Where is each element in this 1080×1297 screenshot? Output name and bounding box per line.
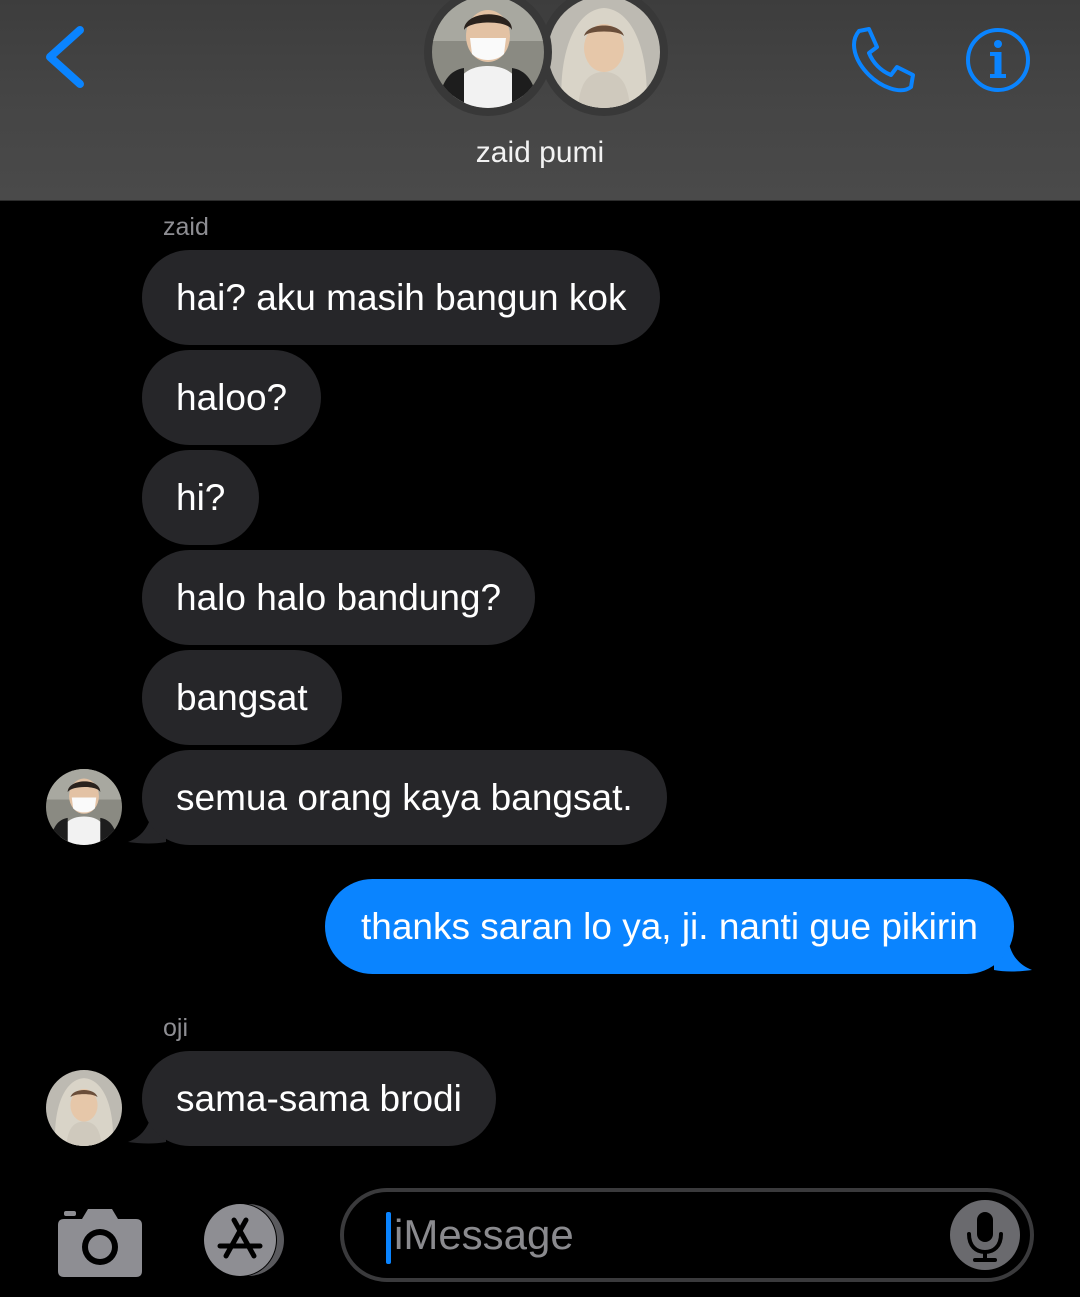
microphone-button[interactable] [950,1200,1020,1270]
camera-icon [58,1209,142,1277]
group-avatars[interactable] [428,0,660,120]
avatar-zaid[interactable] [46,769,122,845]
info-icon [966,28,1030,92]
message-bubble-incoming[interactable]: haloo? [142,350,322,445]
sender-name: oji [163,1014,189,1042]
camera-button[interactable] [56,1203,144,1279]
message-input[interactable] [384,1192,934,1278]
info-button[interactable] [964,26,1032,94]
microphone-icon [967,1212,1003,1262]
app-store-icon [203,1203,284,1277]
message-field[interactable] [340,1188,1034,1282]
avatar-zaid [432,0,544,108]
message-bubble-incoming[interactable]: hi? [142,450,260,545]
message-bubble-incoming[interactable]: semua orang kaya bangsat. [142,750,667,845]
message-bubble-incoming[interactable]: halo halo bandung? [142,550,536,645]
message-bubble-outgoing[interactable]: thanks saran lo ya, ji. nanti gue pikiri… [324,879,1014,974]
message-bubble-incoming[interactable]: sama-sama brodi [142,1051,496,1146]
message-bubble-incoming[interactable]: hai? aku masih bangun kok [142,250,661,345]
chevron-left-icon [46,26,84,88]
phone-icon [852,27,915,93]
conversation-header: zaid pumi [0,0,1080,201]
conversation-title[interactable]: zaid pumi [0,136,1080,170]
app-store-button[interactable] [196,1202,296,1278]
avatar-oji [548,0,660,108]
back-button[interactable] [38,22,98,92]
avatar-oji[interactable] [46,1070,122,1146]
call-button[interactable] [845,25,917,97]
message-bubble-incoming[interactable]: bangsat [142,650,342,745]
sender-name: zaid [163,213,209,241]
